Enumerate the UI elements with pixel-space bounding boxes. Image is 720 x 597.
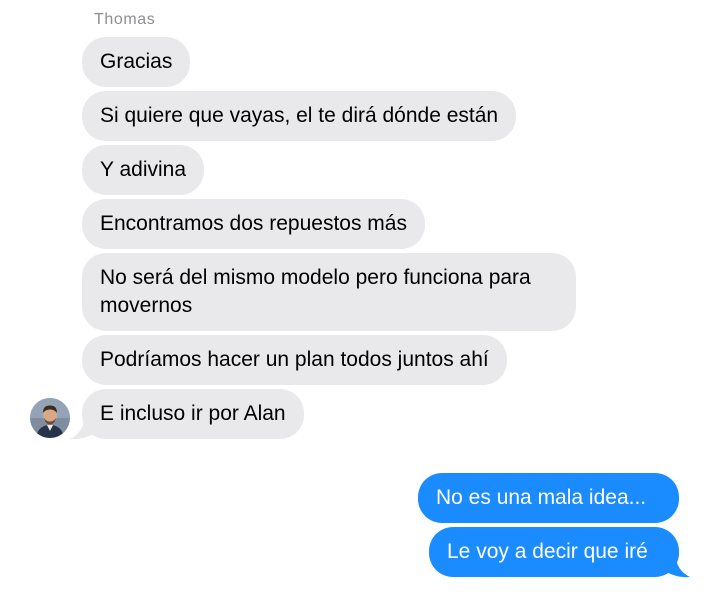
sender-name: Thomas [94, 11, 156, 28]
message-bubble-outgoing[interactable]: Le voy a decir que iré [429, 527, 679, 577]
message-bubble-incoming[interactable]: Si quiere que vayas, el te dirá dónde es… [82, 91, 517, 141]
message-bubble-incoming[interactable]: No será del mismo modelo pero funciona p… [82, 253, 576, 331]
message-bubble-incoming[interactable]: Gracias [82, 37, 191, 87]
person-avatar-icon [30, 398, 70, 438]
message-bubble-incoming[interactable]: Y adivina [82, 145, 205, 195]
message-bubble-outgoing[interactable]: No es una mala idea... [418, 473, 679, 523]
message-bubble-incoming[interactable]: Podríamos hacer un plan todos juntos ahí [82, 335, 507, 385]
message-bubble-incoming[interactable]: Encontramos dos repuestos más [82, 199, 425, 249]
message-bubble-incoming[interactable]: E incluso ir por Alan [82, 389, 304, 439]
contact-avatar[interactable] [30, 398, 70, 438]
